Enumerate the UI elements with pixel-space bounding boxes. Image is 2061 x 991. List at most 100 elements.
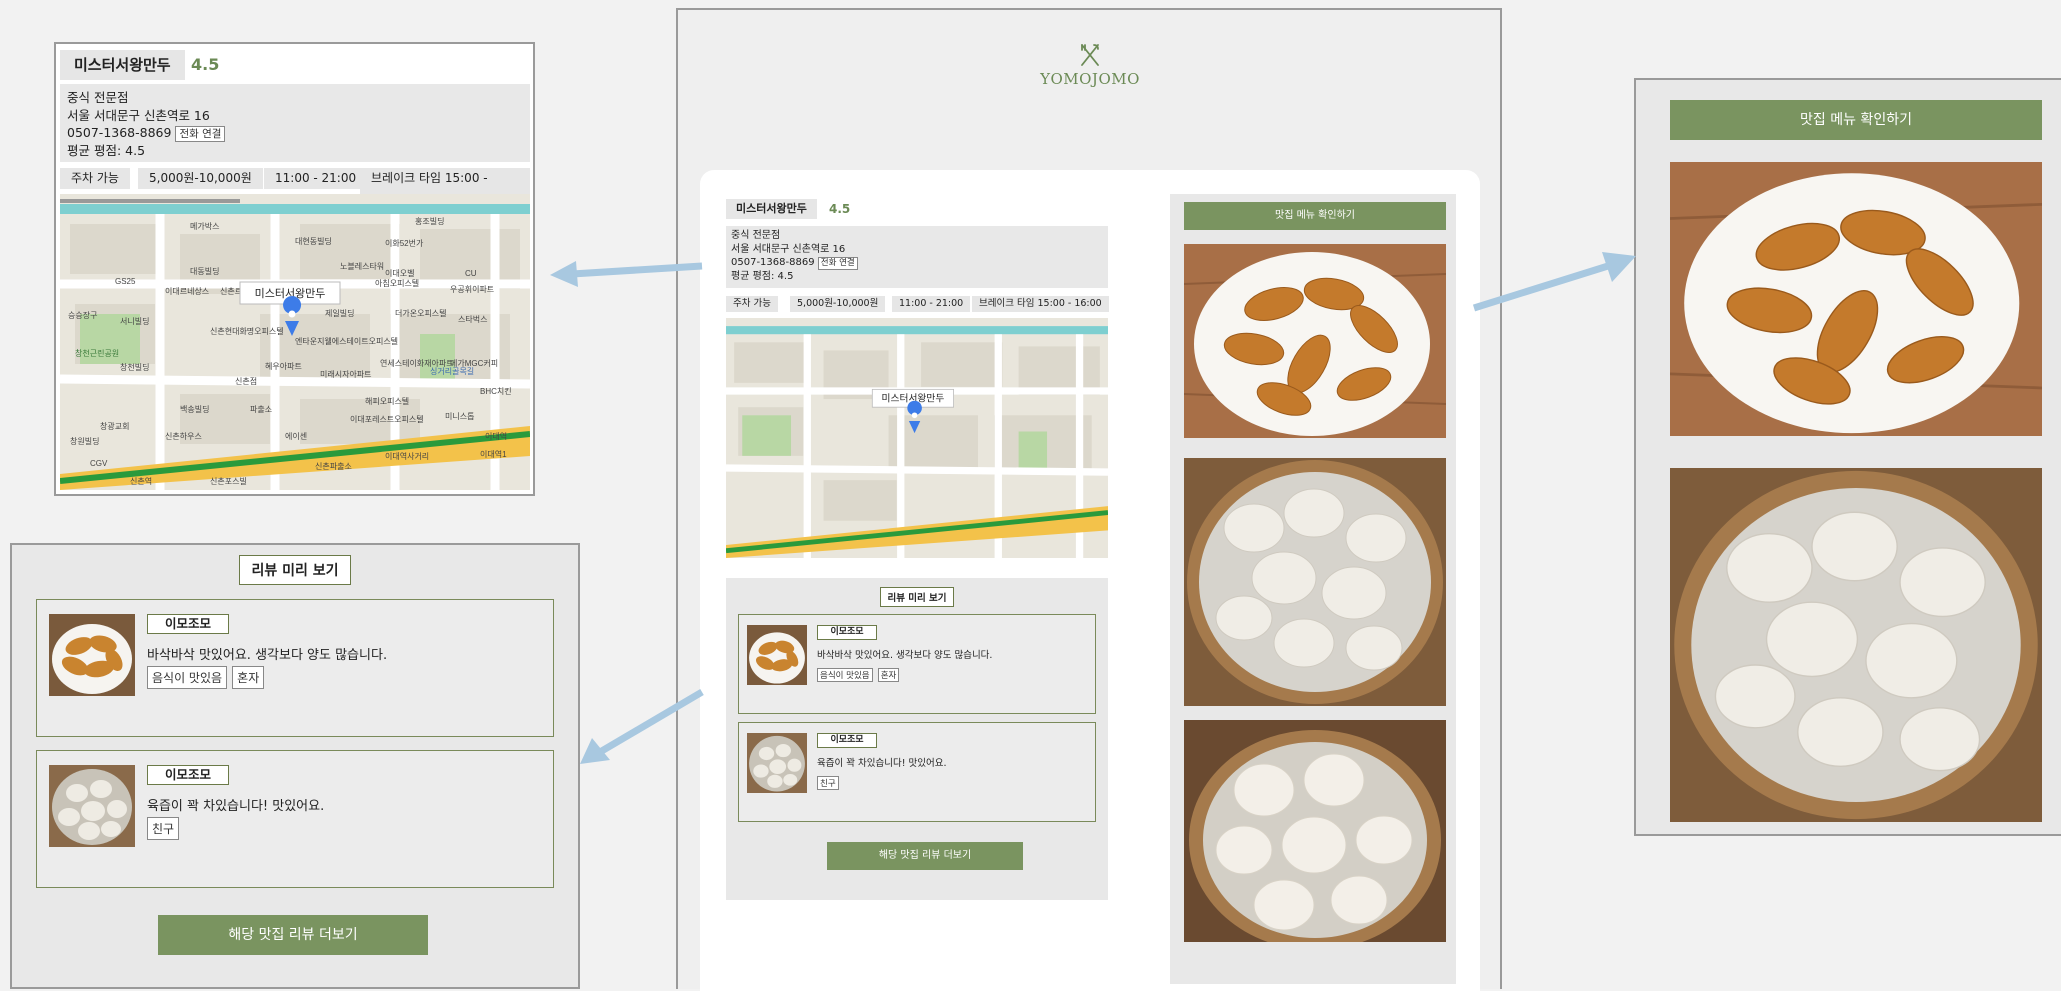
review-text: 육즙이 꽉 차있습니다! 맛있어요. — [147, 799, 325, 814]
map-label: 이대역사거리 — [385, 451, 429, 461]
map-label: 창천근린공원 — [75, 348, 119, 358]
call-button[interactable]: 전화 연결 — [817, 257, 858, 270]
restaurant-info-box: 중식 전문점 서울 서대문구 신촌역로 16 0507-1368-8869 전화… — [726, 226, 1108, 288]
map-label: 싱거리골목길 — [430, 366, 474, 376]
menu-check-button[interactable]: 맛집 메뉴 확인하기 — [1670, 100, 2042, 140]
map-label: GS25 — [115, 277, 136, 286]
call-button[interactable]: 전화 연결 — [175, 126, 226, 142]
map-label: 신촌현대화명오피스텔 — [210, 326, 284, 336]
map-label: 승승장구 — [68, 310, 97, 320]
restaurant-info-box: 중식 전문점 서울 서대문구 신촌역로 16 0507-1368-8869 전화… — [60, 84, 530, 162]
restaurant-address: 서울 서대문구 신촌역로 16 — [731, 243, 846, 255]
map-label: 미니스톱 — [445, 411, 474, 421]
menu-panel: 맛집 메뉴 확인하기 — [1170, 194, 1456, 984]
review-text: 바삭바삭 맛있어요. 생각보다 양도 많습니다. — [147, 648, 388, 663]
avg-rating: 평균 평점: 4.5 — [731, 271, 794, 282]
review-tag: 음식이 맛있음 — [817, 668, 873, 682]
pill-break: 브레이크 타임 15:00 - 16:00 — [972, 296, 1109, 312]
map-label: 신촌역 — [130, 476, 152, 486]
review-tag: 친구 — [147, 817, 180, 840]
map-label: 에이센 — [285, 431, 307, 441]
map-label: CU — [465, 269, 477, 278]
brand-logo[interactable]: YOMOJOMO — [1018, 42, 1162, 102]
map-label: 이대포레스트오피스텔 — [350, 414, 424, 424]
map-label: 미래시자아파트 — [320, 369, 372, 379]
pill-parking: 주차 가능 — [726, 296, 778, 312]
menu-photo-steamed[interactable] — [1670, 468, 2042, 822]
map-label: 혜우아파트 — [265, 361, 302, 371]
map-graphic: 미스터서왕만두 — [726, 318, 1108, 558]
zoom-panel-info: 미스터서왕만두 4.5 중식 전문점 서울 서대문구 신촌역로 16 0507-… — [54, 42, 535, 496]
menu-photo-steamed[interactable] — [1184, 458, 1446, 706]
review-nickname: 이모조모 — [147, 765, 229, 785]
map-label: 신촌포스빌 — [210, 476, 247, 486]
map-label: 서니빌딩 — [120, 316, 149, 326]
zoom-panel-menu: 맛집 메뉴 확인하기 — [1634, 78, 2061, 836]
map-label: 대현동빌딩 — [295, 236, 332, 246]
map-graphic: 홍조빌딩 메가박스 대현동빌딩 이화52번가 대동빌딩 노블레스타워 이대오벨 … — [60, 194, 530, 490]
fork-knife-icon — [1081, 44, 1099, 66]
restaurant-rating: 4.5 — [829, 202, 851, 216]
review-text: 육즙이 꽉 차있습니다! 맛있어요. — [817, 758, 947, 769]
review-tag: 음식이 맛있음 — [147, 666, 228, 689]
map-label: 홍조빌딩 — [415, 216, 444, 226]
menu-check-button[interactable]: 맛집 메뉴 확인하기 — [1184, 202, 1446, 230]
menu-photo-gunmandu[interactable] — [1670, 162, 2042, 436]
review-nickname: 이모조모 — [147, 614, 229, 634]
review-photo — [49, 614, 135, 696]
map-label: CGV — [90, 459, 108, 468]
review-card-1[interactable]: 이모조모 바삭바삭 맛있어요. 생각보다 양도 많습니다. 음식이 맛있음 혼자 — [738, 614, 1096, 714]
map-label: 메가박스 — [190, 221, 219, 231]
map-label: 대동빌딩 — [190, 266, 219, 276]
map-label: 우공휘이파트 — [450, 284, 494, 294]
map-label: 스타벅스 — [458, 314, 487, 324]
more-reviews-button[interactable]: 해당 맛집 리뷰 더보기 — [158, 915, 428, 955]
review-nickname: 이모조모 — [817, 625, 877, 640]
pill-parking: 주차 가능 — [60, 168, 130, 189]
review-nickname: 이모조모 — [817, 733, 877, 748]
map-label: 엔타운지웰에스테이트오피스텔 — [295, 336, 398, 346]
more-reviews-button[interactable]: 해당 맛집 리뷰 더보기 — [827, 842, 1023, 870]
map-label: 이대역1 — [480, 449, 507, 459]
map-label: 이화52번가 — [385, 238, 424, 248]
map-label: 창천빌딩 — [120, 362, 149, 372]
restaurant-phone: 0507-1368-8869 — [731, 257, 815, 268]
map-label: 제일빌딩 — [325, 308, 354, 318]
page-mockup: YOMOJOMO 미스터서왕만두 4.5 중식 전문점 서울 서대문구 신촌역로… — [676, 8, 1502, 991]
review-tag: 친구 — [817, 776, 839, 790]
map-label: 노블레스타워 — [340, 261, 384, 271]
menu-photo-gunmandu[interactable] — [1184, 244, 1446, 438]
map-label: 더가온오피스텔 — [395, 309, 447, 318]
map-label: 신촌파출소 — [315, 461, 352, 471]
zoom-panel-reviews: 리뷰 미리 보기 이모조모 바삭바삭 맛있어요. 생각보다 양도 많습니다. 음… — [10, 543, 580, 989]
restaurant-name: 미스터서왕만두 — [60, 50, 185, 80]
pill-price: 5,000원-10,000원 — [790, 296, 886, 312]
map-label: BHC치킨 — [480, 386, 512, 396]
map-label: 신촌점 — [235, 376, 257, 386]
review-card-2[interactable]: 이모조모 육즙이 꽉 차있습니다! 맛있어요. 친구 — [738, 722, 1096, 822]
review-photo — [747, 625, 807, 685]
map-label: 창광교회 — [100, 421, 129, 431]
map-label: 백송빌딩 — [180, 404, 209, 414]
arrow-to-info-zoom — [546, 254, 706, 288]
menu-photo-xiaolongbao[interactable] — [1184, 720, 1446, 942]
content-card: 미스터서왕만두 4.5 중식 전문점 서울 서대문구 신촌역로 16 0507-… — [700, 170, 1480, 991]
map-label: 아침오피스텔 — [375, 278, 419, 288]
review-photo — [49, 765, 135, 847]
map-label: 파출소 — [250, 404, 272, 414]
review-card-1[interactable]: 이모조모 바삭바삭 맛있어요. 생각보다 양도 많습니다. 음식이 맛있음 혼자 — [36, 599, 554, 737]
map-label: 신촌하우스 — [165, 431, 202, 441]
review-card-2[interactable]: 이모조모 육즙이 꽉 차있습니다! 맛있어요. 친구 — [36, 750, 554, 888]
map-large[interactable]: 홍조빌딩 메가박스 대현동빌딩 이화52번가 대동빌딩 노블레스타워 이대오벨 … — [60, 194, 530, 490]
review-photo — [747, 733, 807, 793]
map-label: 이대오벨 — [385, 268, 414, 278]
review-tag: 혼자 — [232, 666, 265, 689]
review-text: 바삭바삭 맛있어요. 생각보다 양도 많습니다. — [817, 650, 993, 661]
restaurant-category: 중식 전문점 — [67, 90, 129, 105]
review-preview-box: 리뷰 미리 보기 이모조모 바삭바삭 맛있어요. 생각보다 양도 많습니다. 음… — [726, 578, 1108, 900]
restaurant-phone: 0507-1368-8869 — [67, 125, 172, 140]
review-preview-title: 리뷰 미리 보기 — [239, 555, 351, 585]
pill-hours: 11:00 - 21:00 — [264, 168, 368, 189]
pill-hours: 11:00 - 21:00 — [892, 296, 971, 312]
map-small[interactable]: 미스터서왕만두 — [726, 318, 1108, 558]
